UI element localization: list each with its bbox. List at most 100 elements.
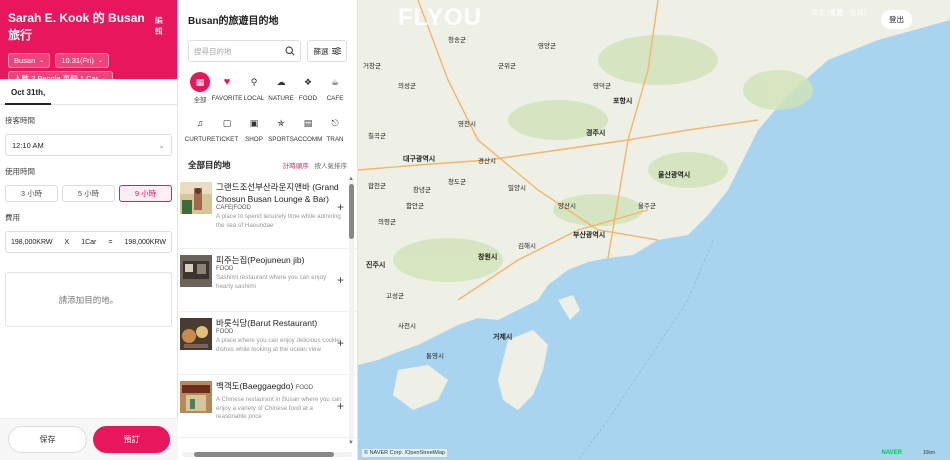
naver-logo: NAVER [881,450,902,456]
map-view[interactable]: FLYOU 中文 (繁體 - 台灣) 登出 청송군 영양군 영덕군 칠곡군 의성… [358,0,950,460]
list-item[interactable]: 피주는집(Peojuneun jib) FOOD Sashimi restaur… [178,249,357,312]
category-label: NATURE [268,95,294,102]
total-price: 198,000KRW [124,238,166,246]
scroll-down-icon[interactable]: ▼ [348,440,354,446]
app-logo: FLYOU [398,4,483,31]
music-icon: ♫ [196,118,204,128]
destinations-title: Busan的旅遊目的地 [188,16,279,27]
city-select[interactable]: Busan ⌄ [8,53,51,68]
sort-by-popularity[interactable]: 按人氣排序 [315,163,348,170]
book-button[interactable]: 預訂 [93,426,170,453]
grid-icon: ▦ [190,72,210,92]
add-place-button[interactable]: + [337,336,344,350]
logout-button[interactable]: 登出 [881,10,912,29]
map-attribution: © NAVER Corp. /OpenStreetMap [362,449,447,457]
chevron-down-icon: ⌄ [97,58,103,64]
sliders-icon [331,47,341,55]
category-nature[interactable]: ☁ NATURE [268,72,294,104]
chevron-down-icon: ⌄ [158,140,165,150]
map-place-label: 영천시 [458,121,476,128]
horizontal-scrollbar[interactable] [182,452,352,457]
map-place-label: 포항시 [613,98,633,105]
scrollbar-thumb[interactable] [194,452,334,457]
map-place-label: 대구광역시 [403,156,436,163]
ticket-icon: ▢ [222,117,232,128]
category-label: ACCOMM [293,136,323,143]
map-place-label: 울산광역시 [658,172,691,179]
heart-icon: ♥ [223,76,231,88]
list-scrollbar[interactable] [349,178,354,440]
edit-button[interactable]: 編輯 [155,15,169,37]
list-item[interactable]: 백객도(Baeggaegdo) FOOD A Chinese restauran… [178,375,357,438]
search-icon[interactable] [285,46,295,56]
place-name: 바릇식당(Barut Restaurant) [216,318,318,328]
place-description: Sashimi restaurant where you can enjoy h… [216,274,327,290]
car-count: 1Car [81,238,97,246]
city-value: Busan [14,56,36,65]
category-tran[interactable]: ⎋ TRAN [322,113,348,144]
place-description: A place where you can enjoy delicious co… [216,337,340,353]
map-place-label: 창녕군 [413,187,431,194]
place-name: 피주는집(Peojuneun jib) [216,255,305,265]
trip-header: Sarah E. Kook 的 Busan 旅行 編輯 Busan ⌄ 10.3… [0,0,177,86]
hour-option-3[interactable]: 3 小時 [5,185,58,202]
tab-oct-31[interactable]: Oct 31th, [5,79,52,105]
tree-icon: ☁ [276,76,286,87]
save-button[interactable]: 保存 [8,426,87,453]
pickup-time-select[interactable]: 12:10 AM ⌄ [5,134,172,156]
hour-option-5[interactable]: 5 小時 [62,185,115,202]
filter-button[interactable]: 篩選 [307,40,347,62]
map-place-label: 청도군 [448,179,466,186]
map-place-label: 울주군 [638,203,656,210]
category-sports[interactable]: ✯ SPORTS [268,113,294,144]
list-item[interactable]: 바릇식당(Barut Restaurant) FOOD A place wher… [178,312,357,375]
all-destinations-title: 全部目的地 [188,160,231,170]
search-placeholder: 搜尋目的地 [194,46,232,56]
add-place-button[interactable]: + [337,399,344,413]
language-select[interactable]: 中文 (繁體 - 台灣) [811,9,866,18]
list-item[interactable]: 그랜드조선부산라운지앤바 (Grand Chosun Busan Lounge … [178,176,357,249]
map-canvas[interactable] [358,0,950,460]
trip-title: Sarah E. Kook 的 Busan 旅行 [8,11,145,42]
place-thumbnail [180,255,212,287]
add-place-button[interactable]: + [337,200,344,214]
category-local[interactable]: ⚲ LOCAL [241,72,267,104]
category-food[interactable]: ❖ FOOD [295,72,321,104]
date-select[interactable]: 10.31(Fri) ⌄ [55,53,109,68]
search-input[interactable]: 搜尋目的地 [188,40,301,62]
multiply-sign: X [64,238,70,246]
app: Sarah E. Kook 的 Busan 旅行 編輯 Busan ⌄ 10.3… [0,0,950,460]
category-culture[interactable]: ♫ CURTURE [185,113,216,143]
category-favorite[interactable]: ♥ FAVORITE [211,72,243,104]
place-thumbnail [180,318,212,350]
category-all[interactable]: ▦ 全部 [187,72,213,104]
place-thumbnail [180,182,212,214]
category-label: FAVORITE [211,95,243,102]
scrollbar-thumb[interactable] [349,184,354,239]
category-label: FOOD [298,95,318,102]
map-place-label: 경주시 [586,130,606,137]
chevron-down-icon: ⌄ [39,58,45,64]
usage-hours-group: 3 小時 5 小時 9 小時 [5,185,172,202]
cup-icon: ☕ [330,76,340,87]
map-place-label: 밀양시 [508,185,526,192]
map-place-label: 군위군 [498,63,516,70]
trip-planner-panel: Sarah E. Kook 的 Busan 旅行 編輯 Busan ⌄ 10.3… [0,0,178,460]
add-place-button[interactable]: + [337,273,344,287]
hour-option-9[interactable]: 9 小時 [119,185,172,202]
pickup-time-label: 接客時間 [5,116,35,125]
map-place-label: 의령군 [378,219,396,226]
category-shop[interactable]: ▣ SHOP [241,113,267,144]
map-place-label: 진주시 [366,262,386,269]
map-place-label: 사천시 [398,323,416,330]
map-place-label: 의성군 [398,83,416,90]
place-name: 백객도(Baeggaegdo) [216,381,294,391]
sort-by-time[interactable]: 計時順序 [283,163,309,170]
scroll-up-icon[interactable]: ▲ [348,176,354,182]
place-category: CAFE|FOOD [216,205,251,211]
category-ticket[interactable]: ▢ TICKET [214,113,240,144]
destination-list: 그랜드조선부산라운지앤바 (Grand Chosun Busan Lounge … [178,176,357,438]
category-accomm[interactable]: ▤ ACCOMM [293,113,323,144]
run-icon: ✯ [277,117,285,128]
category-cafe[interactable]: ☕ CAFE [322,72,348,104]
